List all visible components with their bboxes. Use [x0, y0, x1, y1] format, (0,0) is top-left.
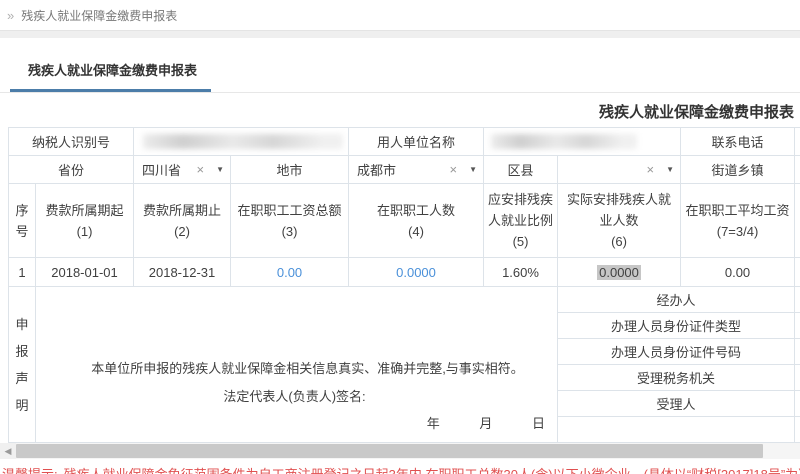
breadcrumb-label[interactable]: 残疾人就业保障金缴费申报表 [21, 7, 177, 24]
clear-icon[interactable]: × [197, 162, 205, 177]
handler-label: 经办人 [558, 287, 795, 313]
declaration-date-labels: 年 月 日 [391, 413, 545, 432]
clear-icon[interactable]: × [450, 162, 458, 177]
form-panel: 残疾人就业保障金缴费申报表 纳税人识别号 用人单位名称 联系电话 省份 四川省 [0, 101, 800, 443]
col-header-required-ratio: 应安排残疾人就业比例(5) [484, 184, 558, 258]
handler-id-number-label: 办理人员身份证件号码 [558, 339, 795, 365]
cell-seq: 1 [9, 258, 36, 287]
cell-total-salary-input[interactable]: 0.00 [231, 258, 349, 287]
col-header-period-end: 费款所属期止(2) [134, 184, 231, 258]
scroll-left-arrow-icon[interactable]: ◀ [0, 443, 16, 459]
declaration-form-table: 纳税人识别号 用人单位名称 联系电话 省份 四川省 × ▼ 地市 [8, 127, 800, 443]
day-label: 日 [532, 416, 545, 431]
city-select[interactable]: 成都市 × ▼ [349, 156, 484, 184]
breadcrumb: » 残疾人就业保障金缴费申报表 [0, 0, 800, 30]
district-label: 区县 [484, 156, 558, 184]
scrollbar-thumb[interactable] [16, 444, 763, 458]
city-value: 成都市 [357, 160, 445, 179]
cut-cell [795, 365, 800, 391]
warm-tip-note: 温馨提示: 残疾人就业保障金免征范围条件为自工商注册登记之日起3年内,在职职工总数… [0, 464, 800, 474]
employer-name-field[interactable] [484, 128, 681, 156]
warm-tip-text: 残疾人就业保障金免征范围条件为自工商注册登记之日起3年内,在职职工总数30人(含… [64, 467, 800, 474]
declaration-signature-label: 法定代表人(负责人)签名: [48, 383, 541, 411]
cut-cell [795, 287, 800, 313]
empty-cell [558, 417, 795, 443]
taxpayer-id-redacted-value [143, 134, 343, 149]
taxpayer-id-label: 纳税人识别号 [9, 128, 134, 156]
employer-name-label: 用人单位名称 [349, 128, 484, 156]
cut-cell [795, 339, 800, 365]
col-header-average-salary: 在职职工平均工资(7=3/4) [681, 184, 795, 258]
clear-icon[interactable]: × [647, 162, 655, 177]
employer-name-redacted-value [491, 134, 637, 149]
cell-required-ratio: 1.60% [484, 258, 558, 287]
info-row-1: 纳税人识别号 用人单位名称 联系电话 [9, 128, 800, 156]
col-header-seq: 序号 [9, 184, 36, 258]
province-label: 省份 [9, 156, 134, 184]
taxpayer-id-field[interactable] [134, 128, 349, 156]
warm-tip-prefix: 温馨提示: [2, 467, 58, 474]
acceptor-label: 受理人 [558, 391, 795, 417]
col-header-period-start: 费款所属期起(1) [36, 184, 134, 258]
cut-cell [795, 417, 800, 443]
col-header-employee-count: 在职职工人数(4) [349, 184, 484, 258]
cut-cell [795, 313, 800, 339]
cut-cell [795, 128, 800, 156]
cell-period-start: 2018-01-01 [36, 258, 134, 287]
declaration-body-text: 本单位所申报的残疾人就业保障金相关信息真实、准确并完整,与事实相符。 [48, 355, 541, 383]
cut-cell [795, 258, 800, 287]
handler-id-type-label: 办理人员身份证件类型 [558, 313, 795, 339]
table-header-row: 序号 费款所属期起(1) 费款所属期止(2) 在职职工工资总额(3) 在职职工人… [9, 184, 800, 258]
caret-down-icon[interactable]: ▼ [469, 165, 477, 174]
street-label: 街道乡镇 [681, 156, 795, 184]
contact-phone-label: 联系电话 [681, 128, 795, 156]
info-row-2: 省份 四川省 × ▼ 地市 成都市 × ▼ 区县 × [9, 156, 800, 184]
declaration-statement-cell: 本单位所申报的残疾人就业保障金相关信息真实、准确并完整,与事实相符。 法定代表人… [36, 287, 558, 443]
caret-down-icon[interactable]: ▼ [666, 165, 674, 174]
province-value: 四川省 [142, 160, 192, 179]
horizontal-scrollbar[interactable]: ◀ [0, 443, 800, 459]
caret-down-icon[interactable]: ▼ [216, 165, 224, 174]
cut-cell [795, 156, 800, 184]
accepting-tax-authority-label: 受理税务机关 [558, 365, 795, 391]
tab-disability-fund-declaration[interactable]: 残疾人就业保障金缴费申报表 [10, 56, 211, 92]
district-select[interactable]: × ▼ [558, 156, 681, 184]
declaration-row: 申报声明 本单位所申报的残疾人就业保障金相关信息真实、准确并完整,与事实相符。 … [9, 287, 800, 313]
cell-period-end: 2018-12-31 [134, 258, 231, 287]
year-label: 年 [427, 416, 440, 431]
page-divider [0, 30, 800, 38]
col-header-actual-count: 实际安排残疾人就业人数(6) [558, 184, 681, 258]
table-row: 1 2018-01-01 2018-12-31 0.00 0.0000 1.60… [9, 258, 800, 287]
col-header-total-salary: 在职职工工资总额(3) [231, 184, 349, 258]
form-title: 残疾人就业保障金缴费申报表 [8, 101, 794, 122]
city-label: 地市 [231, 156, 349, 184]
tab-bar: 残疾人就业保障金缴费申报表 [0, 38, 800, 93]
cell-actual-disabled-count-input[interactable]: 0.0000 [558, 258, 681, 287]
cut-cell [795, 184, 800, 258]
province-select[interactable]: 四川省 × ▼ [134, 156, 231, 184]
cell-employee-count-input[interactable]: 0.0000 [349, 258, 484, 287]
cell-average-salary: 0.00 [681, 258, 795, 287]
month-label: 月 [479, 416, 492, 431]
declaration-side-label: 申报声明 [9, 287, 36, 443]
chevron-double-right-icon: » [7, 8, 14, 23]
cut-cell [795, 391, 800, 417]
